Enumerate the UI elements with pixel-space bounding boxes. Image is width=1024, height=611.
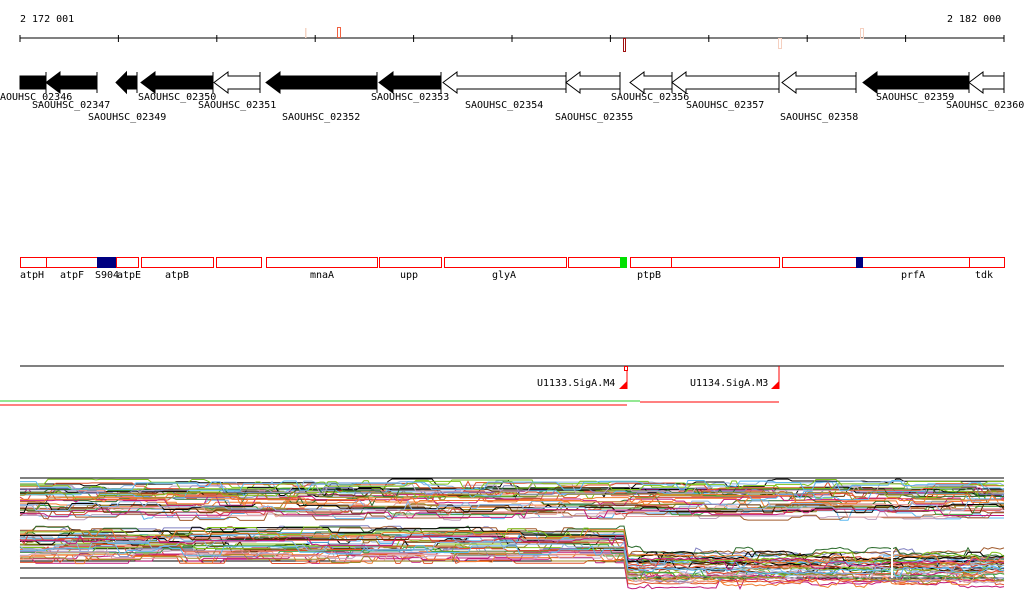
gene-label[interactable]: SAOUHSC_02357 [686,100,764,111]
feature-box [20,257,47,268]
promoter-label[interactable]: U1134.SigA.M3 [690,378,768,389]
gene-arrow [442,71,567,94]
gene-arrow [629,71,673,94]
gene-label[interactable]: SAOUHSC_02354 [465,100,543,111]
feature-label[interactable]: tdk [975,270,993,281]
feature-label[interactable]: atpF [60,270,84,281]
gene-arrow [213,71,261,94]
feature-box [141,257,214,268]
gene-label[interactable]: SAOUHSC_02353 [371,92,449,103]
gene-label[interactable]: SAOUHSC_02359 [876,92,954,103]
gene-label[interactable]: SAOUHSC_02356 [611,92,689,103]
feature-label[interactable]: prfA [901,270,925,281]
gene-arrow [19,75,47,90]
ruler-marker [305,28,307,38]
gene-label[interactable]: SAOUHSC_02352 [282,112,360,123]
gene-arrow [265,71,378,94]
promoter-flag-icon [771,381,779,389]
gene-arrow [671,71,780,94]
feature-label[interactable]: atpB [165,270,189,281]
feature-box [379,257,442,268]
feature-box [568,257,621,268]
gene-label[interactable]: SAOUHSC_02349 [88,112,166,123]
feature-label[interactable]: upp [400,270,418,281]
feature-box [444,257,567,268]
gene-arrow [140,71,214,94]
gene-arrow [781,71,857,94]
gene-arrow [378,71,442,94]
gene-label[interactable]: SAOUHSC_02360 [946,100,1024,111]
ruler-end-label: 2 182 000 [947,14,1002,25]
gene-label[interactable]: SAOUHSC_02347 [32,100,110,111]
feature-box [969,257,1005,268]
feature-box [266,257,378,268]
feature-box [856,257,970,268]
feature-box [671,257,780,268]
feature-box [46,257,98,268]
feature-label[interactable]: ptpB [637,270,661,281]
gene-arrow [115,70,138,95]
ruler-marker [778,38,782,49]
feature-box [216,257,262,268]
gene-arrow [862,71,970,94]
gene-arrow [565,71,621,94]
promoter-flag-icon [619,381,627,389]
feature-mark [620,257,627,268]
feature-box [116,257,139,268]
promoter-label[interactable]: U1133.SigA.M4 [537,378,615,389]
gene-arrow [45,71,98,94]
feature-label[interactable]: S904 [95,270,119,281]
feature-label[interactable]: mnaA [310,270,334,281]
feature-label[interactable]: glyA [492,270,516,281]
feature-label[interactable]: atpH [20,270,44,281]
ruler-marker [860,28,864,39]
ruler-marker [623,38,626,52]
gene-label[interactable]: SAOUHSC_02358 [780,112,858,123]
feature-box [782,257,857,268]
feature-box [630,257,672,268]
feature-mark [856,257,863,268]
feature-mark [97,257,116,268]
gene-arrow [968,71,1005,94]
ruler-marker [337,27,341,38]
ruler-start-label: 2 172 001 [20,14,75,25]
gene-label[interactable]: SAOUHSC_02351 [198,100,276,111]
feature-label[interactable]: atpE [117,270,141,281]
promoter-marker [624,366,628,371]
gene-label[interactable]: SAOUHSC_02355 [555,112,633,123]
